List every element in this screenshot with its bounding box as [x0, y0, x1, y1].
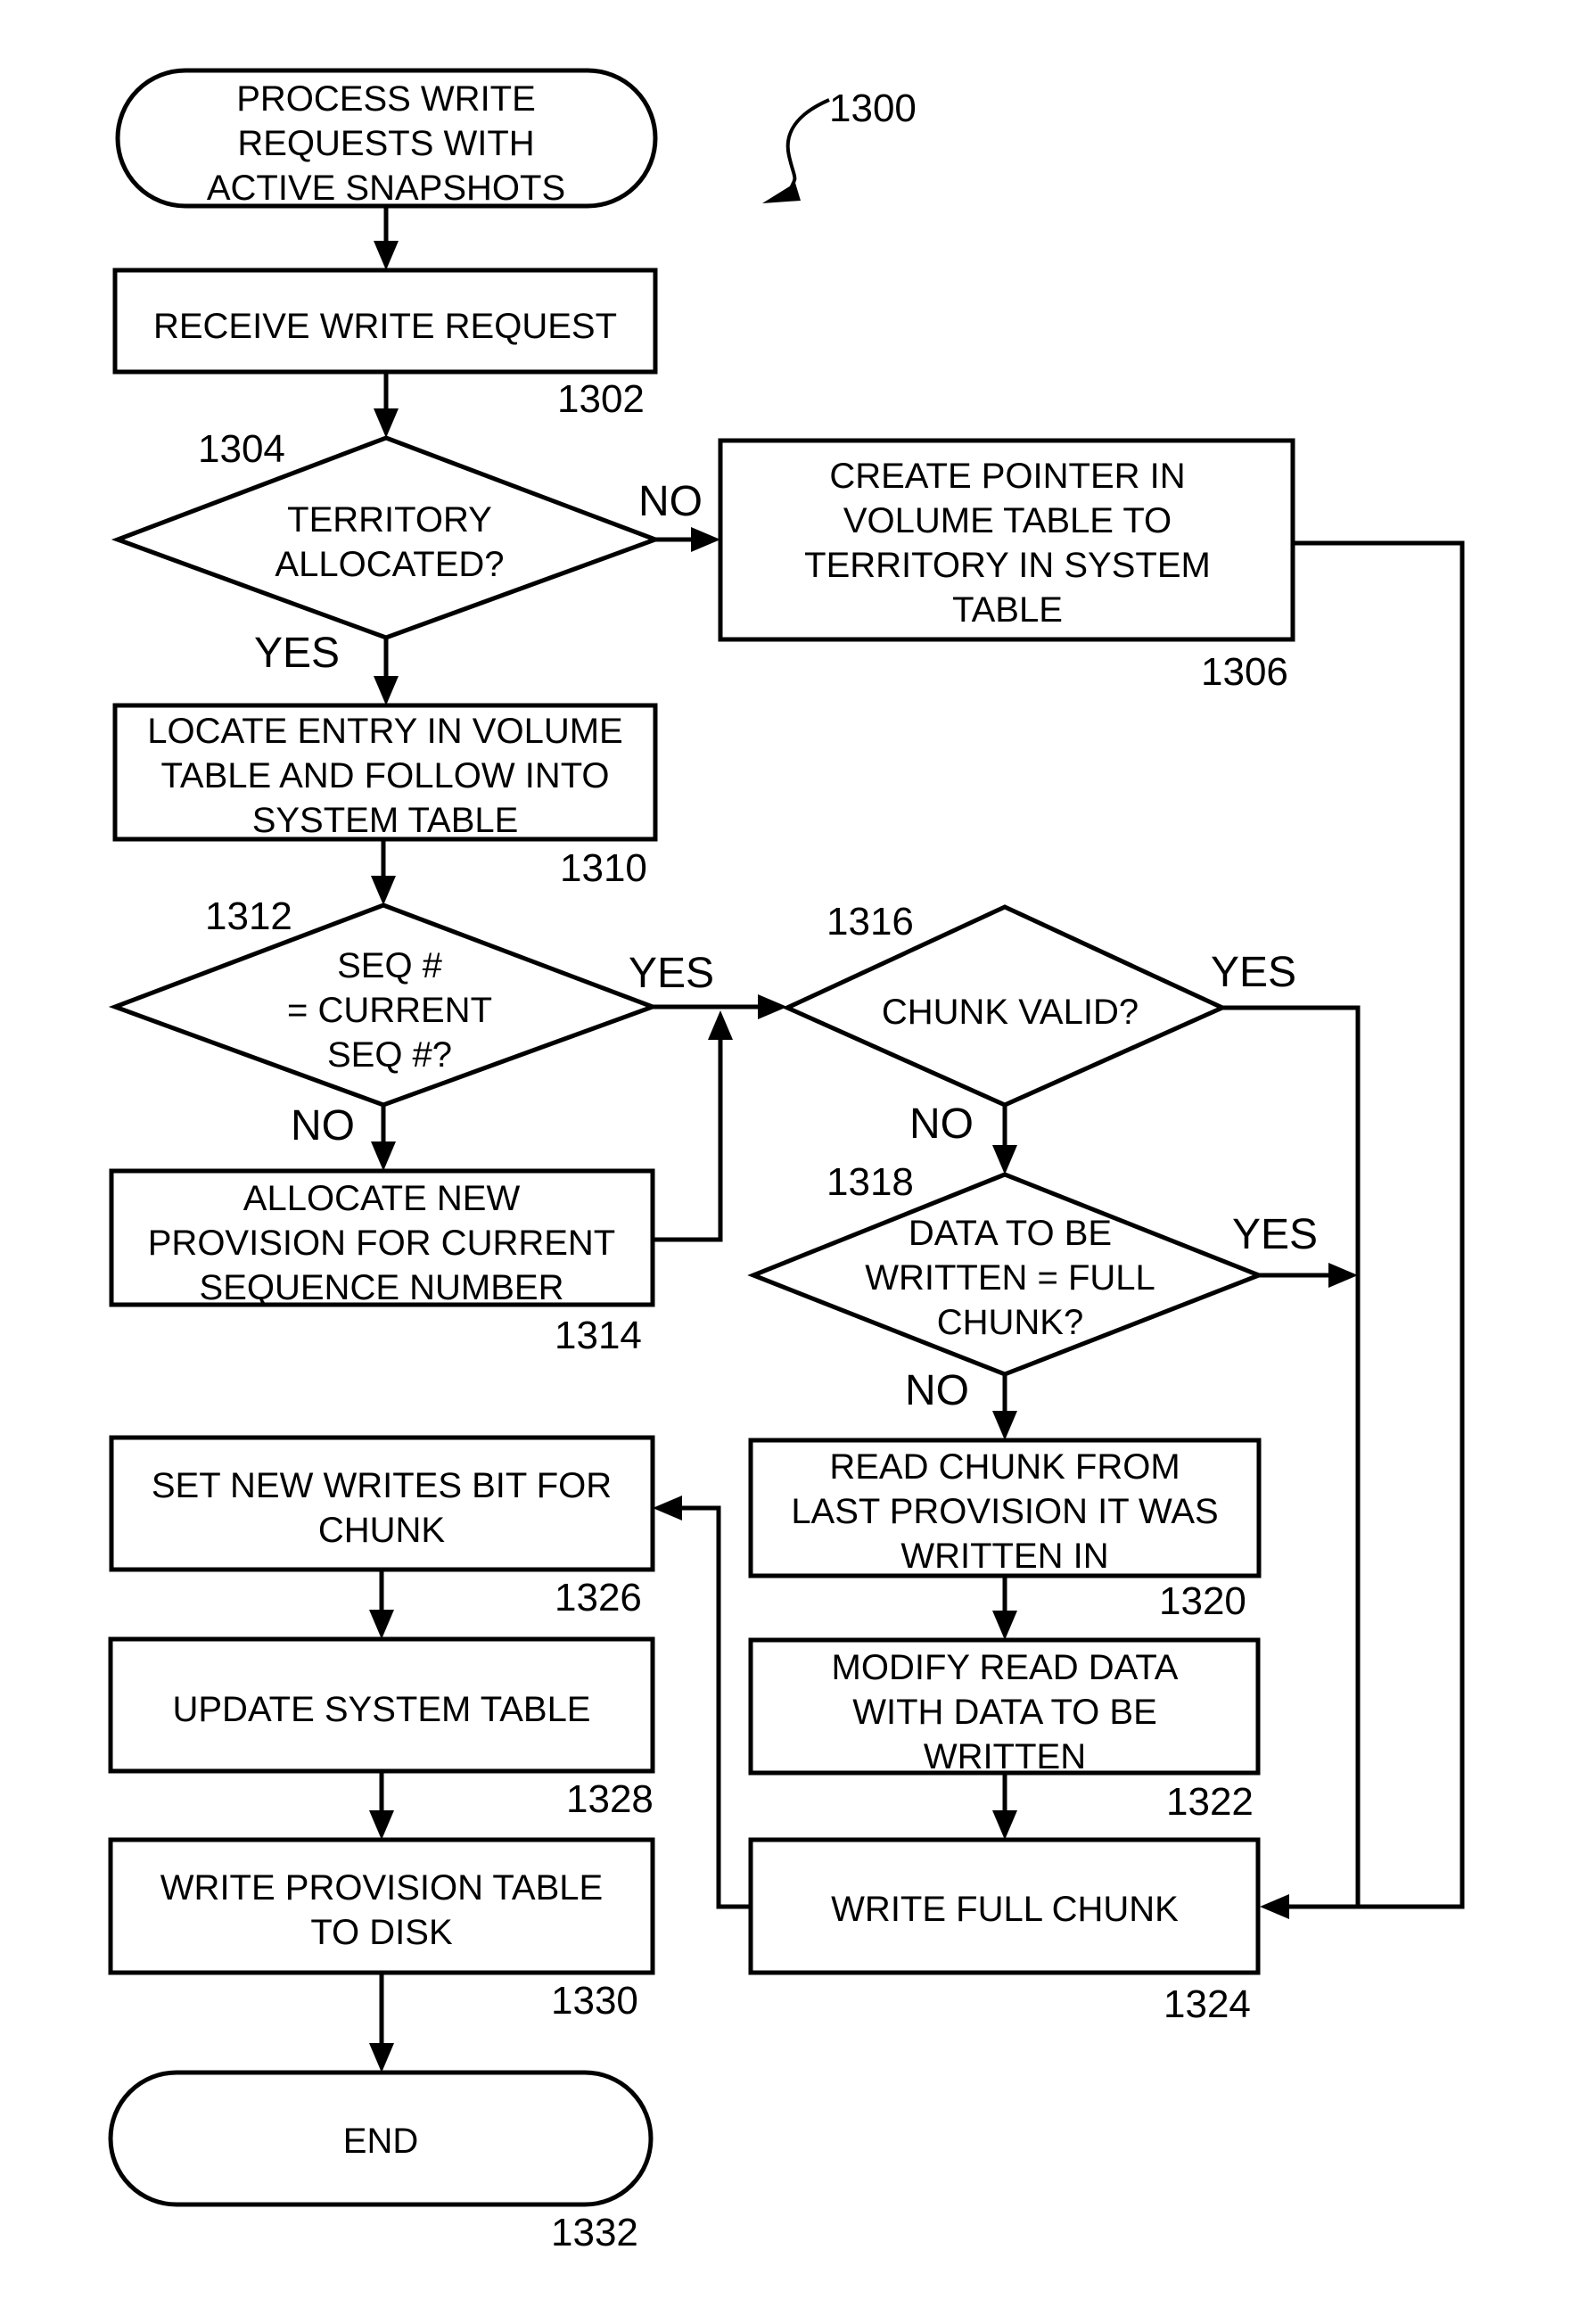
label-line: UPDATE SYSTEM TABLE — [172, 1690, 590, 1729]
label-line: TO DISK — [310, 1913, 453, 1952]
edge-1314-1316 — [653, 1034, 723, 1242]
arrowhead — [371, 1141, 396, 1171]
label-line: WRITTEN IN — [900, 1537, 1108, 1576]
label-line: RECEIVE WRITE REQUEST — [153, 307, 617, 346]
label-line: CREATE POINTER IN — [829, 457, 1185, 496]
label-line: DATA TO BE — [909, 1214, 1112, 1253]
label-line: VOLUME TABLE TO — [843, 501, 1172, 540]
arrowhead — [992, 1611, 1017, 1640]
label-line: REQUESTS WITH — [237, 124, 534, 163]
figure-ref-squiggle — [785, 98, 830, 193]
ref-1314: 1314 — [555, 1314, 642, 1357]
label-1302: RECEIVE WRITE REQUEST — [153, 307, 617, 346]
arrowhead — [708, 1010, 733, 1040]
arrowhead — [992, 1145, 1017, 1174]
arrowhead — [369, 1810, 394, 1840]
arrowhead — [1260, 1894, 1289, 1919]
ref-1320: 1320 — [1159, 1579, 1246, 1623]
label-line: SEQUENCE NUMBER — [200, 1268, 564, 1307]
label-line: ALLOCATE NEW — [243, 1179, 521, 1218]
ref-1312: 1312 — [205, 894, 292, 938]
ref-1332: 1332 — [551, 2211, 638, 2254]
arrowhead — [374, 408, 399, 438]
label-line: CHUNK? — [937, 1303, 1083, 1342]
edge-1324-1326 — [678, 1505, 751, 1909]
ref-1330: 1330 — [551, 1979, 638, 2023]
edge-label-1316-yes: YES — [1211, 949, 1296, 996]
ref-1310: 1310 — [560, 846, 647, 890]
ref-1304: 1304 — [198, 427, 285, 471]
arrowhead — [374, 241, 399, 270]
edge-label-1312-yes: YES — [629, 950, 714, 997]
label-1328: UPDATE SYSTEM TABLE — [172, 1690, 590, 1729]
label-line: CHUNK VALID? — [882, 993, 1139, 1032]
label-line: ACTIVE SNAPSHOTS — [207, 169, 565, 208]
ref-1328: 1328 — [566, 1777, 654, 1821]
arrowhead — [374, 676, 399, 705]
arrowhead — [1328, 1263, 1358, 1288]
flowchart: 1300 PROCESS WRITE REQUESTS WITH ACTIVE … — [108, 68, 1465, 2254]
label-line: LAST PROVISION IT WAS — [791, 1492, 1218, 1531]
ref-1318: 1318 — [826, 1160, 914, 1204]
label-line: MODIFY READ DATA — [832, 1648, 1179, 1687]
label-line: TERRITORY — [287, 500, 492, 540]
label-line: LOCATE ENTRY IN VOLUME — [147, 712, 622, 751]
label-1324: WRITE FULL CHUNK — [831, 1890, 1179, 1929]
ref-1316: 1316 — [826, 900, 914, 944]
label-line: SET NEW WRITES BIT FOR — [152, 1466, 612, 1505]
ref-1322: 1322 — [1166, 1780, 1254, 1824]
label-line: WITH DATA TO BE — [852, 1693, 1157, 1732]
arrowhead — [371, 876, 396, 905]
label-line: WRITTEN — [924, 1737, 1086, 1776]
label-line: ALLOCATED? — [275, 545, 504, 584]
label-line: PROVISION FOR CURRENT — [148, 1224, 615, 1263]
label-line: READ CHUNK FROM — [829, 1447, 1180, 1487]
start-label: PROCESS WRITE REQUESTS WITH ACTIVE SNAPSHO… — [207, 79, 565, 208]
label-line: TABLE — [952, 590, 1063, 630]
arrowhead — [992, 1411, 1017, 1440]
arrowhead — [369, 1610, 394, 1639]
label-line: WRITTEN = FULL — [865, 1258, 1155, 1298]
end-label: END — [343, 2122, 418, 2161]
edge-label-1312-no: NO — [291, 1102, 355, 1150]
label-line: SYSTEM TABLE — [252, 801, 519, 840]
figure-ref-label: 1300 — [829, 87, 917, 130]
arrowhead — [758, 994, 787, 1019]
arrowhead — [653, 1496, 682, 1520]
label-line: SEQ #? — [327, 1035, 452, 1075]
label-line: SEQ # — [337, 946, 443, 985]
figure-ref-arrowhead — [762, 183, 801, 203]
arrowhead — [992, 1810, 1017, 1840]
edge-label-1304-no: NO — [638, 478, 703, 525]
label-line: TABLE AND FOLLOW INTO — [160, 756, 609, 795]
edge-label-1304-yes: YES — [254, 630, 340, 677]
label-line: WRITE FULL CHUNK — [831, 1890, 1179, 1929]
ref-1306: 1306 — [1201, 650, 1288, 694]
label-1316: CHUNK VALID? — [882, 993, 1139, 1032]
label-line: END — [343, 2122, 418, 2161]
label-line: = CURRENT — [287, 991, 492, 1030]
edge-label-1318-yes: YES — [1232, 1211, 1318, 1258]
label-line: WRITE PROVISION TABLE — [160, 1868, 603, 1908]
ref-1302: 1302 — [557, 377, 645, 421]
ref-1324: 1324 — [1164, 1982, 1251, 2026]
label-line: PROCESS WRITE — [236, 79, 536, 119]
arrowhead — [369, 2043, 394, 2073]
label-line: CHUNK — [318, 1511, 446, 1550]
edge-label-1316-no: NO — [909, 1100, 974, 1148]
ref-1326: 1326 — [555, 1576, 642, 1619]
edge-label-1318-no: NO — [905, 1367, 969, 1414]
label-line: TERRITORY IN SYSTEM — [804, 546, 1211, 585]
arrowhead — [691, 527, 720, 552]
